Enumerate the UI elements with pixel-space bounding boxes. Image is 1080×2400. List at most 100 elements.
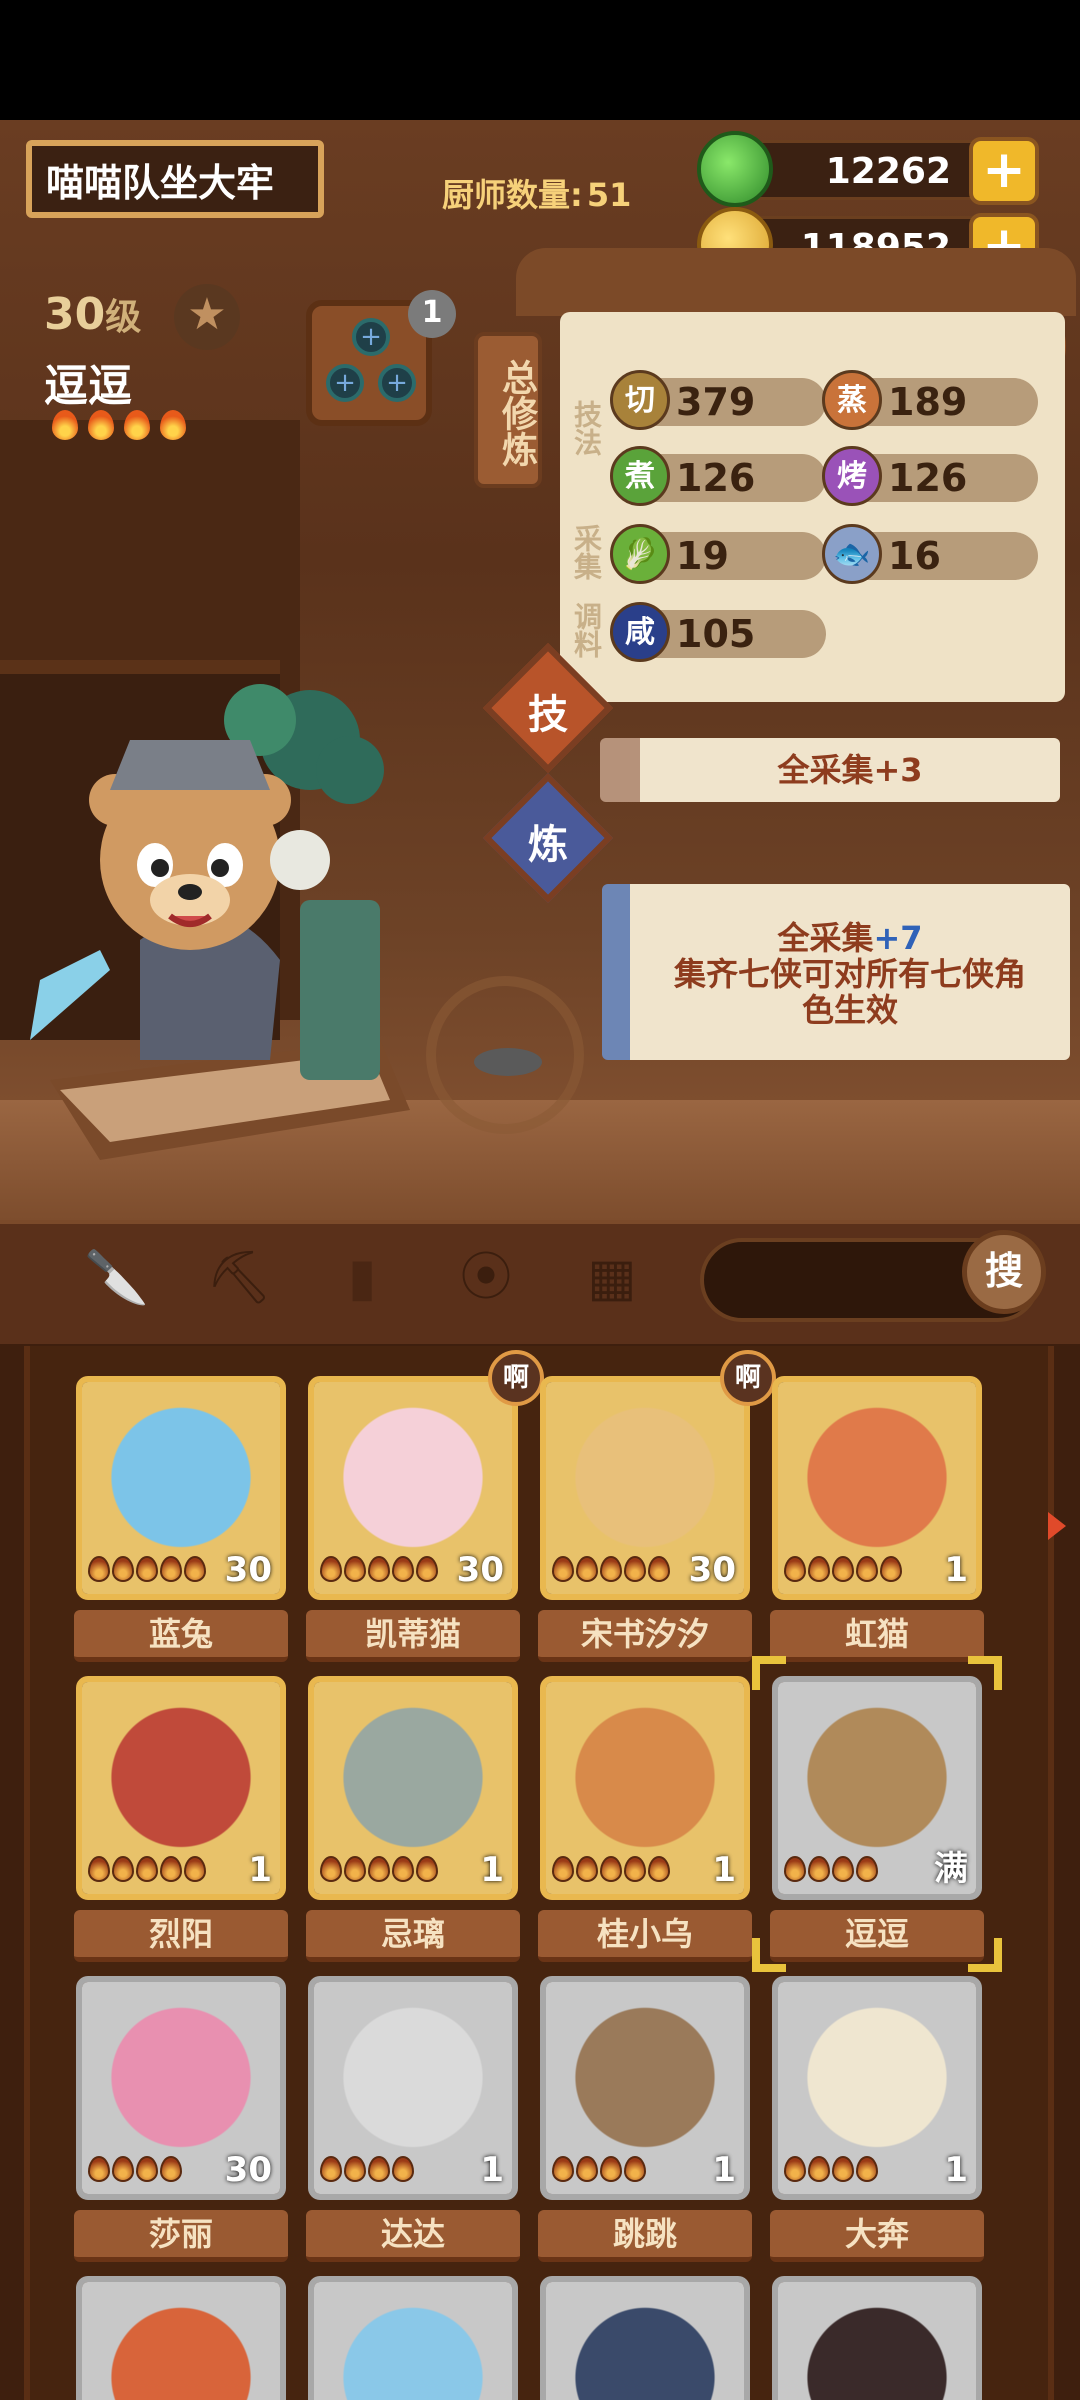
chef-card[interactable] [308,2276,518,2400]
chef-card[interactable]: 30 [308,1376,518,1600]
chef-card[interactable] [772,2276,982,2400]
flame-icon [124,410,150,440]
stat-pill: 烤 126 [822,446,1038,506]
selection-corner [752,1656,786,1690]
chef-level: 1 [480,2150,504,2190]
flame-icon [184,1556,206,1582]
new-badge: 啊 [488,1350,544,1406]
add-jade-button[interactable]: + [969,137,1039,205]
level-number: 30 [44,289,106,340]
chef-level: 1 [712,1850,736,1890]
flame-icon [808,1556,830,1582]
flame-icon [416,1856,438,1882]
search-button[interactable]: 搜 [962,1230,1046,1314]
gem-socket-icon: + [352,318,390,356]
chef-card[interactable]: 1 [540,1976,750,2200]
gem-socket-icon: + [326,364,364,402]
team-name-box[interactable]: 喵喵队坐大牢 [26,140,324,218]
flame-icon [856,1856,878,1882]
chef-flames [320,1856,440,1886]
character-name: 逗逗 [44,361,132,412]
chef-card[interactable]: 1 [540,1676,750,1900]
refine-bonus-value: +7 [873,919,923,957]
stat-skill-icon: 咸 [610,602,670,662]
chef-flames [320,1556,440,1586]
star-icon[interactable]: ★ [174,284,240,350]
level-unit: 级 [105,297,142,338]
flame-icon [624,1556,646,1582]
chef-card[interactable] [540,2276,750,2400]
chef-name[interactable]: 逗逗 [770,1910,984,1962]
chef-name[interactable]: 忌璃 [306,1910,520,1962]
panel-header-bar [516,248,1076,316]
chef-name[interactable]: 凯蒂猫 [306,1610,520,1662]
flame-icon [784,2156,806,2182]
chef-level: 30 [224,2150,272,2190]
selection-corner [752,1938,786,1972]
chef-level: 30 [688,1550,736,1590]
flame-icon [576,1856,598,1882]
dial-decoration [426,976,584,1134]
chef-name[interactable]: 莎丽 [74,2210,288,2262]
refine-bonus-card: 全采集+7 集齐七侠可对所有七侠角 色生效 [602,884,1070,1060]
flame-icon [88,410,114,440]
chef-name[interactable]: 跳跳 [538,2210,752,2262]
chef-portrait [546,2282,744,2400]
location-filter-icon[interactable]: ⦿ [454,1246,518,1310]
stat-skill-icon: 切 [610,370,670,430]
flame-icon [320,1856,342,1882]
knife-filter-icon[interactable]: 🔪 [84,1246,149,1310]
chef-card[interactable]: 1 [772,1376,982,1600]
chef-card[interactable] [76,2276,286,2400]
status-bar-blackout [0,0,1080,120]
shovel-filter-icon[interactable]: ⛏ [206,1246,272,1310]
scroll-right-arrow-icon[interactable] [1048,1512,1066,1540]
skill-bonus-banner: 全采集+3 [600,738,1060,802]
chef-card[interactable]: 30 [540,1376,750,1600]
chef-name[interactable]: 蓝兔 [74,1610,288,1662]
flame-icon [320,2156,342,2182]
chef-card[interactable]: 30 [76,1376,286,1600]
chef-name[interactable]: 烈阳 [74,1910,288,1962]
chef-name[interactable]: 大奔 [770,2210,984,2262]
seasoning-label: 调料 [570,602,603,658]
flame-icon [784,1556,806,1582]
chef-card[interactable]: 满 [772,1676,982,1900]
flame-icon [856,2156,878,2182]
flame-icon [184,1856,206,1882]
flame-icon [392,1856,414,1882]
total-cultivation-tab[interactable]: 总修炼 [474,332,542,488]
selection-corner [968,1656,1002,1690]
stat-vegetable-icon: 🥬 [610,524,670,584]
chef-card[interactable]: 1 [76,1676,286,1900]
flame-icon [832,1556,854,1582]
chef-name[interactable]: 虹猫 [770,1610,984,1662]
jar-filter-icon[interactable]: ▮ [330,1246,394,1310]
chef-level: 1 [944,1550,968,1590]
flame-icon [576,1556,598,1582]
chef-level: 1 [248,1850,272,1890]
chef-card[interactable]: 1 [308,1676,518,1900]
chef-card[interactable]: 1 [308,1976,518,2200]
selection-corner [968,1938,1002,1972]
flame-icon [160,1856,182,1882]
chef-count-label: 厨师数量: [442,176,583,214]
flame-icon [136,1856,158,1882]
flame-icon [832,2156,854,2182]
flame-icon [624,1856,646,1882]
flame-icon [552,1556,574,1582]
chef-name[interactable]: 宋书汐汐 [538,1610,752,1662]
chef-name[interactable]: 达达 [306,2210,520,2262]
flame-icon [368,1556,390,1582]
stat-value: 19 [676,534,729,578]
refine-bonus-desc-2: 色生效 [801,991,898,1029]
map-filter-icon[interactable]: ▦ [580,1246,644,1310]
flame-icon [344,1856,366,1882]
new-badge: 啊 [720,1350,776,1406]
chef-card[interactable]: 1 [772,1976,982,2200]
gem-count-badge: 1 [408,290,456,338]
flame-icon [392,1556,414,1582]
chef-card[interactable]: 30 [76,1976,286,2200]
character-portrait [30,684,410,1160]
chef-name[interactable]: 桂小乌 [538,1910,752,1962]
